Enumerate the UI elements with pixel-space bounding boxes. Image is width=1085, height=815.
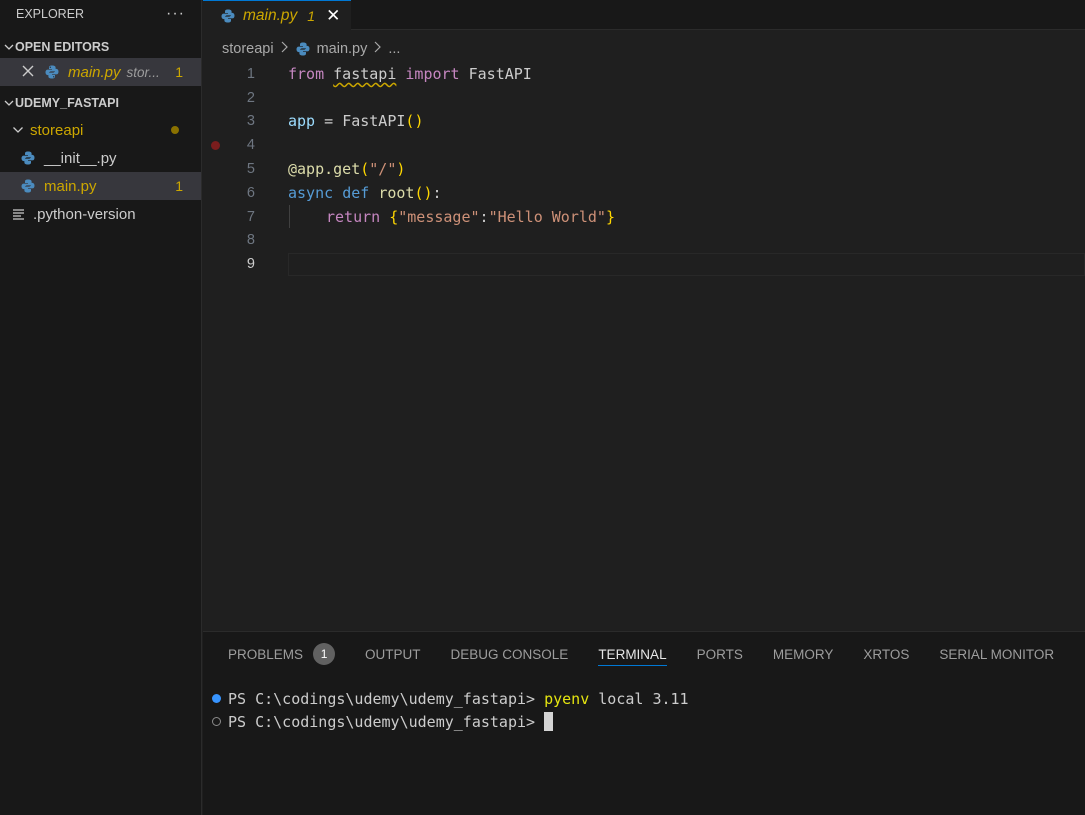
breadcrumb-more[interactable]: ... <box>388 41 400 57</box>
code-editor[interactable]: 1 from fastapi import FastAPI 2 3 app = … <box>203 62 1085 630</box>
chevron-down-icon <box>2 42 15 52</box>
tab-label: main.py <box>243 7 298 24</box>
line-number: 5 <box>246 161 255 178</box>
code-line: 3 app = FastAPI() <box>203 110 1085 134</box>
terminal-command: pyenv <box>544 689 590 708</box>
terminal-line: PS C:\codings\udemy\udemy_fastapi> pyenv… <box>203 687 1085 710</box>
python-file-icon <box>20 150 36 166</box>
panel-tabs: PROBLEMS 1 OUTPUT DEBUG CONSOLE TERMINAL … <box>203 632 1085 676</box>
folder-storeapi[interactable]: storeapi <box>0 116 201 144</box>
python-file-icon <box>44 64 60 80</box>
tab-xrtos[interactable]: XRTOS <box>863 632 909 676</box>
explorer-title: EXPLORER <box>16 7 85 21</box>
chevron-down-icon <box>2 98 15 108</box>
code-line-current: 9 <box>203 252 1085 276</box>
code-line: 7 return {"message":"Hello World"} <box>203 204 1085 229</box>
file-name: main.py <box>44 177 97 195</box>
tab-main-py[interactable]: main.py 1 ✕ <box>203 0 351 31</box>
indent-guide <box>289 204 290 228</box>
editor-tab-bar: main.py 1 ✕ <box>203 0 1085 31</box>
chevron-down-icon <box>12 124 24 136</box>
current-line-highlight <box>288 252 1085 276</box>
project-section[interactable]: UDEMY_FASTAPI <box>0 92 201 114</box>
file-name: __init__.py <box>44 149 117 167</box>
open-editor-filename: main.py <box>68 63 121 81</box>
problem-count: 1 <box>175 178 183 194</box>
text-file-icon <box>12 208 25 221</box>
open-editors-section[interactable]: OPEN EDITORS <box>0 36 201 58</box>
command-pending-icon[interactable] <box>212 717 221 726</box>
file-main[interactable]: main.py 1 <box>0 172 201 200</box>
code-text: return {"message":"Hello World"} <box>326 207 615 226</box>
tab-memory[interactable]: MEMORY <box>773 632 834 676</box>
line-number: 4 <box>246 137 255 154</box>
terminal-args: local 3.11 <box>589 689 689 708</box>
file-name: .python-version <box>33 205 136 223</box>
breadcrumb-folder[interactable]: storeapi <box>222 41 274 57</box>
tab-debug-console[interactable]: DEBUG CONSOLE <box>451 632 569 676</box>
terminal-prompt: PS C:\codings\udemy\udemy_fastapi> <box>228 689 545 708</box>
explorer-header: EXPLORER ··· <box>0 0 201 28</box>
command-success-icon[interactable] <box>212 694 221 703</box>
open-editor-item[interactable]: main.py stor... 1 <box>0 58 201 86</box>
problem-count: 1 <box>175 64 183 80</box>
file-init[interactable]: __init__.py <box>0 144 201 172</box>
code-line: 1 from fastapi import FastAPI <box>203 62 1085 86</box>
chevron-right-icon <box>280 41 289 57</box>
code-line: 5 @app.get("/") <box>203 157 1085 181</box>
breadcrumb: storeapi main.py ... <box>222 38 400 60</box>
python-file-icon <box>20 178 36 194</box>
more-actions-icon[interactable]: ··· <box>166 5 185 23</box>
code-line: 2 <box>203 86 1085 110</box>
close-icon[interactable] <box>22 64 34 81</box>
tab-terminal[interactable]: TERMINAL <box>598 632 667 676</box>
code-text: @app.get("/") <box>288 160 406 179</box>
terminal-cursor <box>544 712 554 731</box>
python-file-icon <box>295 41 311 57</box>
line-number: 7 <box>246 208 255 225</box>
open-editor-folder: stor... <box>126 64 160 80</box>
terminal[interactable]: PS C:\codings\udemy\udemy_fastapi> pyenv… <box>203 687 1085 733</box>
file-python-version[interactable]: .python-version <box>0 200 201 228</box>
tab-problems[interactable]: PROBLEMS 1 <box>228 632 336 676</box>
bottom-panel: PROBLEMS 1 OUTPUT DEBUG CONSOLE TERMINAL … <box>203 631 1085 815</box>
line-number: 9 <box>246 256 255 273</box>
line-number: 1 <box>246 65 255 82</box>
code-line: 8 <box>203 229 1085 253</box>
modified-dot-icon <box>171 126 179 134</box>
open-editors-label: OPEN EDITORS <box>15 40 110 54</box>
terminal-prompt: PS C:\codings\udemy\udemy_fastapi> <box>228 712 545 731</box>
problems-badge: 1 <box>313 643 336 665</box>
code-text: from fastapi import FastAPI <box>288 64 532 83</box>
tab-ports[interactable]: PORTS <box>697 632 743 676</box>
line-number: 2 <box>246 89 255 106</box>
line-number: 3 <box>246 113 255 130</box>
line-number: 8 <box>246 232 255 249</box>
explorer-sidebar: EXPLORER ··· OPEN EDITORS main.py stor..… <box>0 0 202 815</box>
tab-problem-count: 1 <box>307 8 316 24</box>
project-label: UDEMY_FASTAPI <box>15 96 119 110</box>
code-text: app = FastAPI() <box>288 112 424 131</box>
folder-name: storeapi <box>30 121 84 139</box>
line-number: 6 <box>246 184 255 201</box>
python-file-icon <box>220 8 236 24</box>
code-line: 4 <box>203 133 1085 157</box>
tab-serial-monitor[interactable]: SERIAL MONITOR <box>939 632 1054 676</box>
terminal-line: PS C:\codings\udemy\udemy_fastapi> <box>203 710 1085 733</box>
breadcrumb-file[interactable]: main.py <box>317 41 368 57</box>
code-text: async def root(): <box>288 183 442 202</box>
tab-output[interactable]: OUTPUT <box>365 632 421 676</box>
close-icon[interactable]: ✕ <box>326 6 340 26</box>
code-line: 6 async def root(): <box>203 181 1085 205</box>
chevron-right-icon <box>373 41 382 57</box>
